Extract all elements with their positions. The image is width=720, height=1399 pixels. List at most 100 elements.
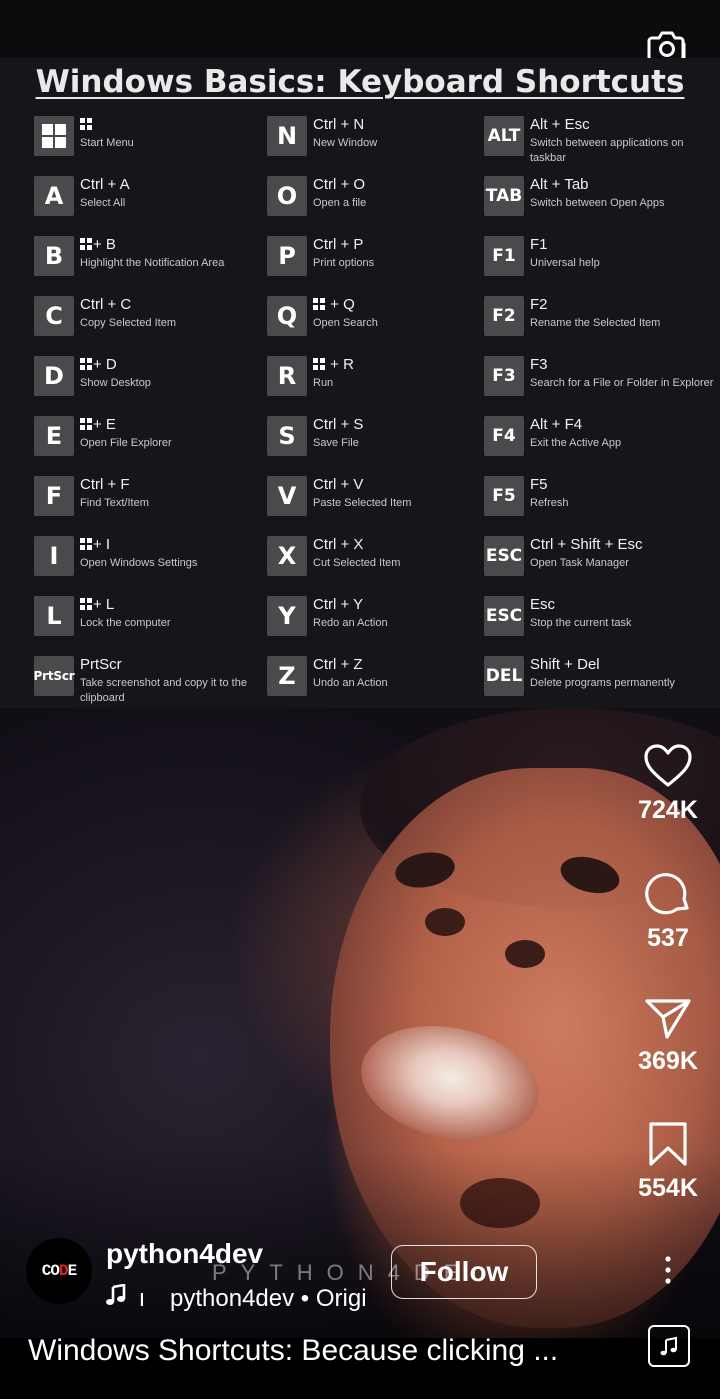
shortcut-key: ALT — [484, 116, 524, 156]
windows-logo-icon — [80, 598, 92, 610]
shortcut-key: F1 — [484, 236, 524, 276]
shortcut-row: F3 F3 Search for a File or Folder in Explo… — [484, 356, 714, 416]
shortcut-description: Open Task Manager — [530, 557, 629, 569]
shortcut-description: Select All — [80, 197, 126, 209]
shortcut-key: F2 — [484, 296, 524, 336]
shortcut-key: O — [267, 176, 307, 216]
comment-icon — [645, 873, 689, 915]
shortcut-combo: Alt + Esc — [530, 116, 590, 133]
shortcut-combo: F2 — [530, 296, 548, 313]
video-nostril-left — [425, 908, 465, 936]
shortcut-key: F — [34, 476, 74, 516]
shortcut-combo: + E — [80, 416, 116, 433]
shortcut-combo: Ctrl + Shift + Esc — [530, 536, 643, 553]
windows-logo-icon — [313, 358, 325, 370]
shortcut-combo-text: F2 — [530, 296, 548, 313]
shortcut-key: Y — [267, 596, 307, 636]
caption[interactable]: Windows Shortcuts: Because clicking ... — [28, 1334, 588, 1368]
shortcut-combo: + I — [80, 536, 110, 553]
shortcut-combo-text: Ctrl + Shift + Esc — [530, 536, 643, 553]
shortcut-key-label: Q — [276, 302, 298, 330]
shortcut-combo-text: Alt + Tab — [530, 176, 589, 193]
shortcut-key-label: TAB — [485, 186, 523, 206]
shortcut-combo: Esc — [530, 596, 555, 613]
shortcut-key-label: ESC — [485, 546, 523, 566]
shortcut-row: E + E Open File Explorer — [34, 416, 264, 476]
shortcut-row: C Ctrl + C Copy Selected Item — [34, 296, 264, 356]
username[interactable]: python4dev — [106, 1238, 263, 1270]
shortcut-combo-text: + D — [93, 356, 117, 373]
shortcut-row: ALT Alt + Esc Switch between applications … — [484, 116, 714, 176]
shortcut-combo-text: Alt + F4 — [530, 416, 583, 433]
shortcut-combo-text: F3 — [530, 356, 548, 373]
shortcut-key: TAB — [484, 176, 524, 216]
avatar[interactable]: CO D E — [26, 1238, 92, 1304]
shortcut-combo-text: Shift + Del — [530, 656, 600, 673]
save-count: 554K — [638, 1174, 698, 1202]
shortcut-key: DEL — [484, 656, 524, 696]
shortcut-combo-text: Ctrl + V — [313, 476, 364, 493]
shortcut-combo-text: Ctrl + N — [313, 116, 365, 133]
author-row: CO D E PYTHON4DE python4dev Follow ı pytho… — [26, 1238, 586, 1312]
shortcut-key-label: F2 — [492, 306, 516, 326]
shortcut-description: Start Menu — [80, 137, 134, 149]
avatar-text-a: CO — [41, 1262, 60, 1280]
shortcut-key-label: E — [45, 422, 63, 450]
shortcut-key: D — [34, 356, 74, 396]
shortcut-combo-text: Ctrl + O — [313, 176, 366, 193]
comment-button[interactable]: 537 — [628, 868, 708, 953]
shortcut-key-label: B — [44, 242, 64, 270]
shortcut-description: Find Text/Item — [80, 497, 149, 509]
shortcut-row: V Ctrl + V Paste Selected Item — [267, 476, 497, 536]
shortcut-combo: Ctrl + F — [80, 476, 130, 493]
audio-thumbnail[interactable] — [648, 1325, 690, 1367]
shortcut-description: Search for a File or Folder in Explorer — [530, 377, 714, 389]
shortcut-key-label: O — [276, 182, 298, 210]
shortcut-key: C — [34, 296, 74, 336]
shortcut-description: Copy Selected Item — [80, 317, 176, 329]
shortcut-combo: + B — [80, 236, 116, 253]
more-button[interactable] — [656, 1255, 680, 1285]
shortcut-key-label: F — [45, 482, 63, 510]
follow-button[interactable]: Follow — [391, 1245, 537, 1299]
shortcut-description: Highlight the Notification Area — [80, 257, 225, 269]
shortcut-combo: Ctrl + N — [313, 116, 364, 133]
shortcut-row: PrtScr PrtScr Take screenshot and copy it … — [34, 656, 264, 716]
shortcut-key-label: S — [278, 422, 296, 450]
audio-label: python4dev • Origi — [170, 1285, 367, 1312]
shortcut-key-label: F5 — [492, 486, 516, 506]
shortcut-combo-text: + R — [326, 356, 354, 373]
shortcut-combo: Shift + Del — [530, 656, 600, 673]
shortcut-key-label: A — [44, 182, 64, 210]
shortcut-description: Cut Selected Item — [313, 557, 401, 569]
shortcut-combo: PrtScr — [80, 656, 122, 673]
audio-link[interactable]: ı python4dev • Origi — [106, 1284, 376, 1313]
shortcut-combo: Ctrl + P — [313, 236, 363, 253]
shortcut-description: Universal help — [530, 257, 600, 269]
shortcut-combo-text: Esc — [530, 596, 556, 613]
save-button[interactable]: 554K — [628, 1120, 708, 1203]
shortcut-key-label: X — [277, 542, 297, 570]
shortcut-description: Refresh — [530, 497, 569, 509]
shortcut-description: Open a file — [313, 197, 367, 209]
shortcut-combo: Ctrl + O — [313, 176, 365, 193]
shortcut-combo-text: + L — [93, 596, 115, 613]
shortcut-combo-text: + B — [93, 236, 116, 253]
shortcut-combo — [80, 116, 93, 133]
shortcut-key-label: P — [278, 242, 296, 270]
share-button[interactable]: 369K — [628, 995, 708, 1076]
shortcut-combo: Alt + F4 — [530, 416, 582, 433]
more-icon — [665, 1256, 671, 1284]
shortcut-key-label: F3 — [492, 366, 516, 386]
shortcut-description: Paste Selected Item — [313, 497, 412, 509]
audio-thumb-icon — [660, 1336, 677, 1356]
shortcut-key: B — [34, 236, 74, 276]
shortcut-row: Z Ctrl + Z Undo an Action — [267, 656, 497, 716]
shortcut-key: Z — [267, 656, 307, 696]
shortcut-combo: + L — [80, 596, 114, 613]
like-button[interactable]: 724K — [628, 742, 708, 825]
shortcut-key: F5 — [484, 476, 524, 516]
shortcut-key-label: ESC — [485, 606, 523, 626]
shortcut-description: Open Windows Settings — [80, 557, 198, 569]
shortcut-description: Open Search — [313, 317, 378, 329]
